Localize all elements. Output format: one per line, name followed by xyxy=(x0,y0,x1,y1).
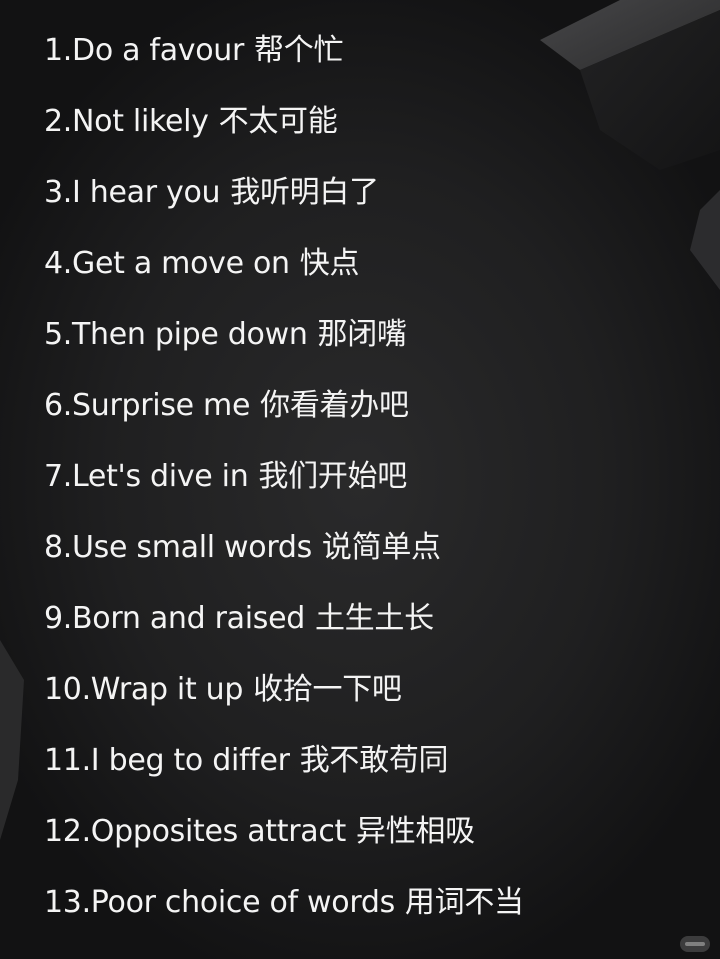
phrase-english: 3.I hear you xyxy=(44,175,221,210)
phrase-chinese: 说简单点 xyxy=(321,530,441,565)
phrase-chinese: 我听明白了 xyxy=(230,175,379,210)
phrase-item: 2.Not likely 不太可能 xyxy=(44,99,524,170)
phrase-english: 9.Born and raised xyxy=(44,601,305,636)
watermark-mark xyxy=(685,942,705,946)
phrase-english: 6.Surprise me xyxy=(44,388,251,423)
phrase-english: 2.Not likely xyxy=(44,104,209,139)
phrase-item: 5.Then pipe down 那闭嘴 xyxy=(44,312,524,383)
watermark-logo xyxy=(680,936,710,952)
phrase-english: 10.Wrap it up xyxy=(44,672,244,707)
phrase-chinese: 你看着办吧 xyxy=(260,388,409,423)
phrase-item: 10.Wrap it up 收拾一下吧 xyxy=(44,667,524,738)
decorative-shape-left xyxy=(0,640,24,840)
phrase-item: 6.Surprise me 你看着办吧 xyxy=(44,383,524,454)
phrase-chinese: 收拾一下吧 xyxy=(253,672,402,707)
phrase-chinese: 异性相吸 xyxy=(356,814,475,849)
phrase-chinese: 帮个忙 xyxy=(254,33,344,68)
phrase-item: 3.I hear you 我听明白了 xyxy=(44,170,524,241)
phrase-english: 12.Opposites attract xyxy=(44,814,346,849)
phrase-english: 13.Poor choice of words xyxy=(44,885,395,920)
phrase-item: 7.Let's dive in 我们开始吧 xyxy=(44,454,524,525)
decorative-shape-top xyxy=(540,0,720,170)
phrase-list: 1.Do a favour 帮个忙 2.Not likely 不太可能 3.I he… xyxy=(44,28,524,951)
phrase-english: 1.Do a favour xyxy=(44,33,245,68)
phrase-item: 11.I beg to differ 我不敢苟同 xyxy=(44,738,524,809)
phrase-item: 1.Do a favour 帮个忙 xyxy=(44,28,524,99)
phrase-chinese: 不太可能 xyxy=(218,104,338,139)
phrase-english: 11.I beg to differ xyxy=(44,743,290,778)
phrase-item: 4.Get a move on 快点 xyxy=(44,241,524,312)
phrase-english: 8.Use small words xyxy=(44,530,312,565)
phrase-chinese: 我不敢苟同 xyxy=(299,743,449,778)
phrase-chinese: 快点 xyxy=(299,246,360,281)
phrase-chinese: 用词不当 xyxy=(404,885,524,920)
phrase-chinese: 那闭嘴 xyxy=(317,317,407,352)
phrase-item: 13.Poor choice of words 用词不当 xyxy=(44,880,524,951)
phrase-chinese: 土生土长 xyxy=(314,601,434,636)
decorative-shape-right xyxy=(690,190,720,290)
phrase-english: 5.Then pipe down xyxy=(44,317,308,352)
phrase-item: 12.Opposites attract 异性相吸 xyxy=(44,809,524,880)
phrase-chinese: 我们开始吧 xyxy=(258,459,407,494)
phrase-english: 7.Let's dive in xyxy=(44,459,249,494)
phrase-item: 9.Born and raised 土生土长 xyxy=(44,596,524,667)
phrase-item: 8.Use small words 说简单点 xyxy=(44,525,524,596)
phrase-english: 4.Get a move on xyxy=(44,246,290,281)
